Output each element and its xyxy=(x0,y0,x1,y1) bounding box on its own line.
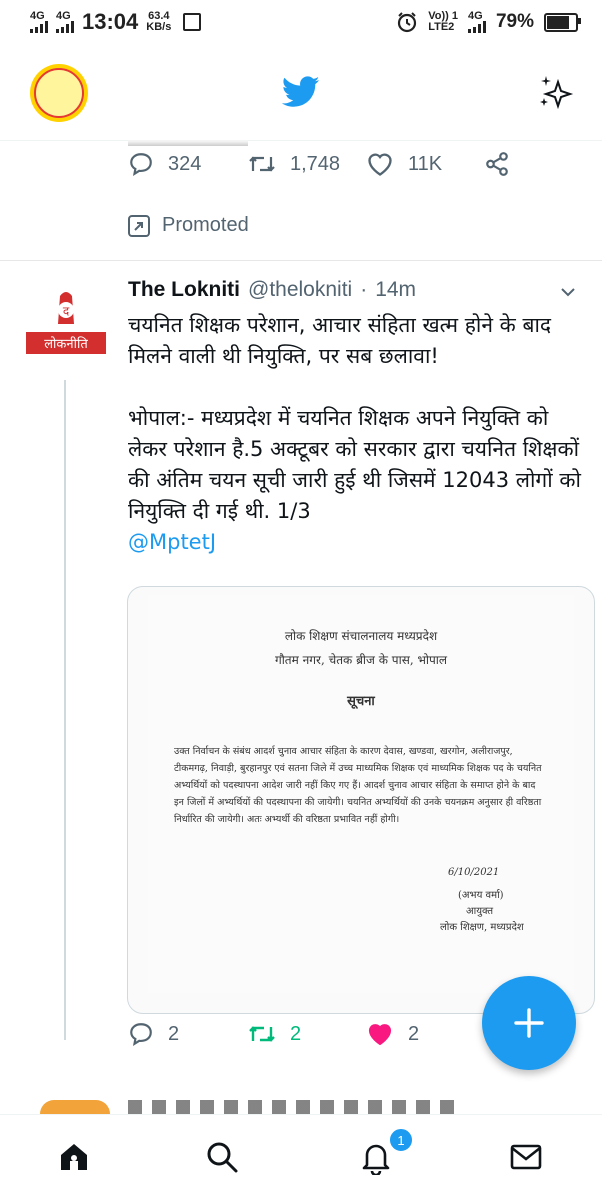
home-icon[interactable] xyxy=(56,1139,92,1175)
separator-dot: · xyxy=(360,278,368,301)
reply-count: 2 xyxy=(168,1022,180,1045)
promoted-icon xyxy=(128,214,150,237)
tweet-divider xyxy=(0,260,602,261)
net-speed: 63.4 KB/s xyxy=(146,11,171,33)
doc-heading: सूचना xyxy=(347,694,375,709)
doc-sign-name: (अभय वर्मा) xyxy=(458,890,504,901)
like-button[interactable]: 2 xyxy=(366,1021,419,1047)
battery-percent: 79% xyxy=(495,11,534,32)
clock: 13:04 xyxy=(82,9,139,34)
bottom-navigation: 1 xyxy=(0,1114,602,1201)
alarm-icon xyxy=(398,12,417,33)
lte-label: LTE2 xyxy=(428,21,455,33)
heart-icon xyxy=(368,1024,392,1046)
battery-icon xyxy=(544,12,581,32)
profile-avatar[interactable] xyxy=(30,64,88,122)
network-type-1: 4G xyxy=(30,10,45,22)
promoted-text: Promoted xyxy=(162,214,249,236)
volte-indicator: Vo)) 1 LTE2 xyxy=(428,11,458,33)
promoted-label: Promoted xyxy=(128,214,249,237)
like-count: 11K xyxy=(408,152,443,175)
doc-sign-dept: लोक शिक्षण, मध्यप्रदेश xyxy=(440,922,524,933)
like-button[interactable]: 11K xyxy=(366,151,442,177)
author-avatar[interactable]: द लोकनीति xyxy=(20,290,112,382)
twitter-logo-icon[interactable] xyxy=(282,76,320,108)
like-count: 2 xyxy=(408,1022,420,1045)
retweet-button[interactable]: 1,748 xyxy=(248,151,340,177)
mention-link[interactable]: @MptetJ xyxy=(128,530,216,554)
chevron-down-icon[interactable] xyxy=(560,286,576,298)
next-tweet-peek xyxy=(128,1100,588,1114)
svg-text:लोकनीति: लोकनीति xyxy=(44,336,88,352)
document-scan: लोक शिक्षण संचालनालय मध्यप्रदेश गौतम नगर… xyxy=(148,595,574,993)
prev-tweet-cutoff-text xyxy=(128,140,248,146)
author-handle[interactable]: @thelokniti xyxy=(248,278,352,302)
heart-icon xyxy=(368,153,392,176)
tweet-image[interactable]: लोक शिक्षण संचालनालय मध्यप्रदेश गौतम नगर… xyxy=(127,586,595,1014)
sparkle-icon[interactable] xyxy=(538,74,574,110)
search-icon[interactable] xyxy=(204,1139,240,1175)
retweet-button[interactable]: 2 xyxy=(248,1021,301,1047)
reply-count: 324 xyxy=(168,152,202,175)
reply-button[interactable]: 324 xyxy=(128,151,201,177)
signal-3-icon: 4G xyxy=(467,10,486,33)
tweet-time[interactable]: 14m xyxy=(375,278,416,302)
network-type-3: 4G xyxy=(467,10,483,22)
reply-icon xyxy=(130,153,152,176)
mail-icon[interactable] xyxy=(508,1139,544,1175)
signal-2-icon: 4G xyxy=(56,11,74,33)
tweet-header: The Lokniti @thelokniti · 14m xyxy=(128,278,416,302)
screenshot-icon xyxy=(183,13,202,31)
compose-tweet-button[interactable] xyxy=(482,976,576,1070)
retweet-count: 1,748 xyxy=(290,152,341,175)
lokniti-logo: द लोकनीति xyxy=(26,292,106,354)
retweet-icon xyxy=(249,156,275,172)
doc-office: लोक शिक्षण संचालनालय मध्यप्रदेश xyxy=(284,629,438,643)
tweet-body: चयनित शिक्षक परेशान, आचार संहिता खत्म हो… xyxy=(128,313,581,523)
app-header xyxy=(0,44,602,141)
net-speed-unit: KB/s xyxy=(146,21,172,33)
share-icon[interactable] xyxy=(484,151,510,177)
avatar-image xyxy=(34,68,84,118)
thread-line xyxy=(64,380,66,1040)
svg-text:द: द xyxy=(63,304,70,318)
author-name[interactable]: The Lokniti xyxy=(128,278,240,302)
doc-signature-date: 6/10/2021 xyxy=(448,867,500,878)
doc-body: उक्त निर्वाचन के संबंध आदर्श चुनाव आचार … xyxy=(174,746,542,825)
doc-address: गौतम नगर, चेतक ब्रीज के पास, भोपाल xyxy=(274,653,448,667)
retweet-icon xyxy=(249,1026,275,1042)
reply-button[interactable]: 2 xyxy=(128,1021,179,1047)
network-type-2: 4G xyxy=(56,10,71,22)
status-bar: 4G 4G 13:04 63.4 KB/s Vo)) 1 LTE2 4G 79% xyxy=(0,0,602,44)
notification-badge: 1 xyxy=(388,1127,414,1153)
doc-sign-title: आयुक्त xyxy=(466,906,494,917)
signal-1-icon: 4G xyxy=(30,11,48,33)
next-tweet-avatar xyxy=(40,1100,110,1114)
reply-icon xyxy=(130,1023,152,1046)
tweet-text: चयनित शिक्षक परेशान, आचार संहिता खत्म हो… xyxy=(128,310,590,558)
plus-icon xyxy=(514,1008,544,1038)
retweet-count: 2 xyxy=(290,1022,302,1045)
